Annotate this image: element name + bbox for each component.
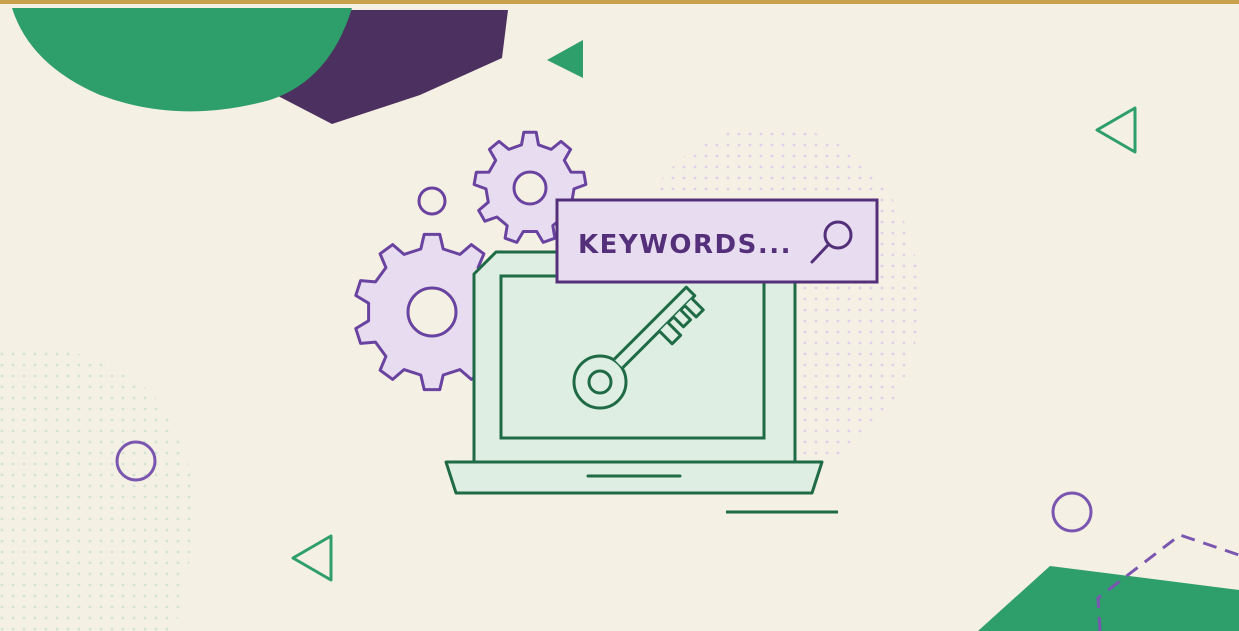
search-box-text: KEYWORDS...	[578, 230, 792, 260]
top-border	[0, 0, 1239, 4]
search-box[interactable]: KEYWORDS...	[555, 198, 879, 284]
illustration-canvas: KEYWORDS...	[0, 0, 1239, 631]
laptop	[444, 250, 838, 514]
